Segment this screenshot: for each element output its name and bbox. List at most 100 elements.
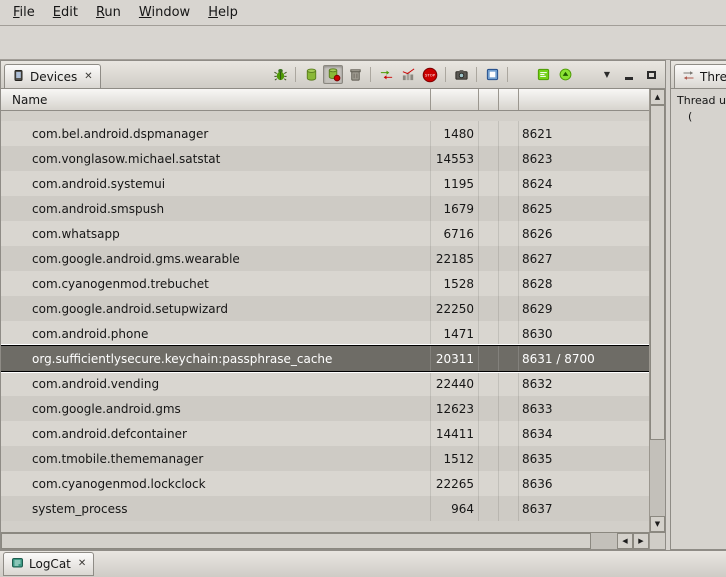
close-icon[interactable]: ✕ [84, 72, 92, 82]
tab-devices[interactable]: Devices ✕ [4, 64, 101, 89]
method-profiling-icon[interactable] [398, 65, 418, 84]
ui-automator-dump-icon[interactable] [482, 65, 502, 84]
process-row[interactable]: com.vonglasow.michael.satstat 14553 8623 [1, 146, 649, 171]
vertical-scrollbar: ▲ ▼ [649, 89, 665, 532]
column-header-extra1 [479, 89, 499, 110]
column-header-name[interactable]: Name [1, 89, 431, 110]
process-extra2 [499, 246, 519, 271]
stop-process-icon[interactable]: STOP [420, 65, 440, 84]
process-row[interactable]: com.whatsapp 6716 8626 [1, 221, 649, 246]
horizontal-scroll-track [591, 533, 617, 549]
view-menu-icon[interactable]: ▼ [597, 65, 617, 84]
menu-item[interactable]: File [4, 1, 44, 24]
vertical-scroll-track [650, 440, 665, 516]
tab-logcat[interactable]: LogCat ✕ [3, 552, 94, 576]
process-port: 8629 [519, 296, 649, 321]
process-extra1 [479, 171, 499, 196]
process-port: 8621 [519, 121, 649, 146]
scroll-up-icon[interactable]: ▲ [650, 89, 665, 105]
process-extra2 [499, 371, 519, 396]
screen-capture-icon[interactable] [451, 65, 471, 84]
process-extra2 [499, 221, 519, 246]
process-name: com.android.vending [1, 371, 431, 396]
update-threads-icon[interactable] [376, 65, 396, 84]
process-port: 8636 [519, 471, 649, 496]
process-row[interactable]: com.google.android.setupwizard 22250 862… [1, 296, 649, 321]
process-port: 8628 [519, 271, 649, 296]
process-extra2 [499, 146, 519, 171]
ddms-window: { "menubar": { "items": [ { "label": "Fi… [0, 0, 726, 577]
device-icon [12, 69, 25, 85]
threads-message: Thread up ( [671, 89, 726, 549]
process-row[interactable]: com.android.vending 22440 8632 [1, 371, 649, 396]
main-area: Devices ✕ [0, 60, 726, 550]
cause-gc-icon[interactable] [345, 65, 365, 84]
process-extra1 [479, 146, 499, 171]
close-icon[interactable]: ✕ [78, 559, 86, 569]
logcat-bar: LogCat ✕ [0, 550, 726, 577]
threads-message-line1: Thread up [677, 94, 726, 107]
toolbar-separator [445, 67, 446, 82]
menu-item[interactable]: Window [130, 1, 199, 24]
scrollbar-corner [649, 533, 665, 549]
toolbar-separator [370, 67, 371, 82]
toolbar-separator [476, 67, 477, 82]
process-port: 8634 [519, 421, 649, 446]
process-port: 8623 [519, 146, 649, 171]
vertical-scroll-thumb[interactable] [650, 105, 665, 440]
process-row[interactable]: com.android.smspush 1679 8625 [1, 196, 649, 221]
process-name: com.android.systemui [1, 171, 431, 196]
process-row[interactable]: com.tmobile.thememanager 1512 8635 [1, 446, 649, 471]
menu-item[interactable]: Edit [44, 1, 87, 24]
process-row[interactable]: com.cyanogenmod.lockclock 22265 8636 [1, 471, 649, 496]
maximize-icon[interactable] [641, 65, 661, 84]
process-row[interactable]: system_process 964 8637 [1, 496, 649, 521]
toolbar-separator [295, 67, 296, 82]
menu-item[interactable]: Run [87, 1, 130, 24]
scroll-right-icon[interactable]: ▶ [633, 533, 649, 549]
scroll-down-icon[interactable]: ▼ [650, 516, 665, 532]
process-name: com.tmobile.thememanager [1, 446, 431, 471]
debug-process-icon[interactable] [270, 65, 290, 84]
process-list: com.bel.android.dspmanager 1480 8621 com… [1, 111, 649, 532]
horizontal-scroll-thumb[interactable] [1, 533, 591, 549]
process-row[interactable]: com.google.android.gms.wearable 22185 86… [1, 246, 649, 271]
process-row[interactable]: com.android.phone 1471 8630 [1, 321, 649, 346]
process-row[interactable]: com.google.android.gms 12623 8633 [1, 396, 649, 421]
process-port: 8635 [519, 446, 649, 471]
process-name: com.cyanogenmod.trebuchet [1, 271, 431, 296]
process-row[interactable]: com.android.systemui 1195 8624 [1, 171, 649, 196]
tab-logcat-label: LogCat [29, 557, 71, 571]
process-name: com.google.android.gms [1, 396, 431, 421]
process-name: com.android.defcontainer [1, 421, 431, 446]
process-name: com.whatsapp [1, 221, 431, 246]
threads-tabbar: Threads [671, 61, 726, 89]
menu-item[interactable]: Help [199, 1, 247, 24]
process-pid: 14411 [431, 421, 479, 446]
logcat-icon [11, 556, 24, 572]
process-pid: 22440 [431, 371, 479, 396]
process-extra2 [499, 296, 519, 321]
process-extra2 [499, 421, 519, 446]
process-row[interactable]: org.sufficientlysecure.keychain:passphra… [1, 346, 649, 371]
opengl-trace-icon[interactable] [555, 65, 575, 84]
systrace-icon[interactable] [533, 65, 553, 84]
process-extra2 [499, 121, 519, 146]
process-pid: 1528 [431, 271, 479, 296]
process-pid: 14553 [431, 146, 479, 171]
column-header-pid [431, 89, 479, 110]
process-row[interactable]: com.bel.android.dspmanager 1480 8621 [1, 121, 649, 146]
process-extra1 [479, 271, 499, 296]
process-pid: 964 [431, 496, 479, 521]
minimize-icon[interactable] [619, 65, 639, 84]
process-port: 8631 / 8700 [519, 346, 649, 371]
tab-threads[interactable]: Threads [674, 64, 726, 89]
update-heap-icon[interactable] [301, 65, 321, 84]
process-extra1 [479, 221, 499, 246]
process-row[interactable]: com.cyanogenmod.trebuchet 1528 8628 [1, 271, 649, 296]
process-name: com.google.android.setupwizard [1, 296, 431, 321]
scroll-left-icon[interactable]: ◀ [617, 533, 633, 549]
dump-hprof-icon[interactable] [323, 65, 343, 84]
process-pid: 1480 [431, 121, 479, 146]
process-row[interactable]: com.android.defcontainer 14411 8634 [1, 421, 649, 446]
